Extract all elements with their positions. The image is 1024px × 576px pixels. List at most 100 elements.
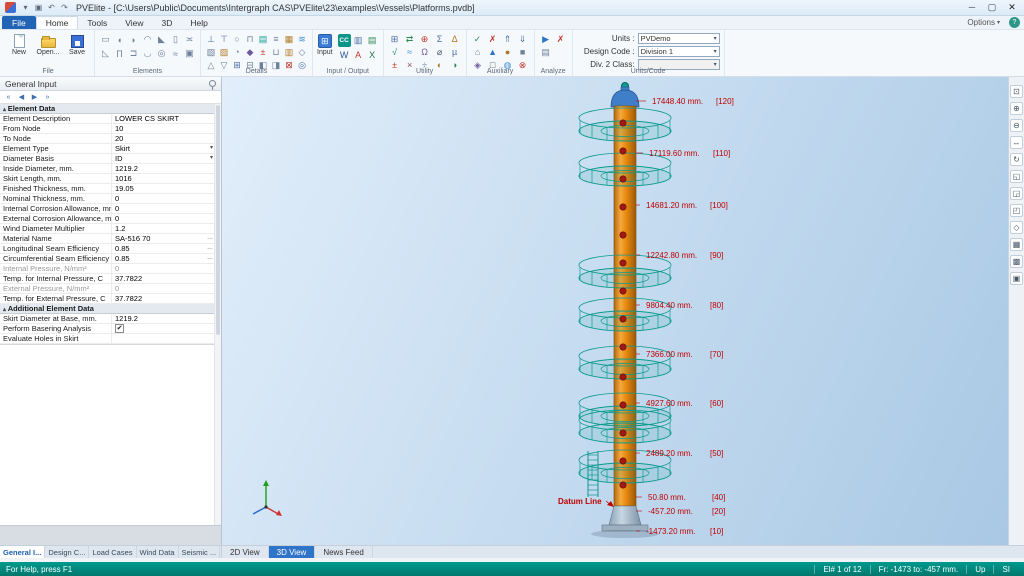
weight-icon[interactable]: ◆	[244, 46, 256, 58]
qat-redo-icon[interactable]: ↷	[58, 3, 71, 12]
stiffening-ring-icon[interactable]: ◎	[155, 47, 168, 60]
property-value[interactable]: 0	[112, 194, 221, 203]
property-value[interactable]: 1.2	[112, 224, 221, 233]
tab-3d-view[interactable]: 3D View	[268, 546, 316, 558]
center-of-gravity-icon[interactable]: ⊕	[418, 33, 432, 45]
tray-icon[interactable]: ▥	[283, 46, 295, 58]
nav-prev-icon[interactable]: ◀	[16, 93, 27, 101]
hydrotest-icon[interactable]: √	[388, 46, 402, 58]
zoom-extents-icon[interactable]: ⊡	[1010, 85, 1023, 98]
pipe-schedule-icon[interactable]: ⌀	[433, 46, 447, 58]
qat-customize-icon[interactable]: ▾	[19, 3, 32, 12]
property-value[interactable]: 0	[112, 264, 221, 273]
property-value[interactable]: 0	[112, 204, 221, 213]
field-marker-icon[interactable]: …	[207, 254, 213, 263]
save-button[interactable]: Save	[64, 32, 90, 56]
body-flange-icon[interactable]: ≍	[183, 33, 196, 46]
material-database-icon[interactable]: Ω	[418, 46, 432, 58]
panel-scrollbar[interactable]	[214, 104, 221, 525]
new-button[interactable]: New	[6, 32, 32, 56]
shaded-mode-icon[interactable]: ▩	[1010, 255, 1023, 268]
analyze-icon[interactable]: ▶	[539, 33, 553, 45]
elliptical-head-icon[interactable]: ◖	[113, 33, 126, 46]
cc-icon[interactable]: CC	[337, 34, 351, 47]
excel-export-icon[interactable]: X	[366, 48, 379, 61]
ladder-icon[interactable]: ≡	[270, 33, 282, 45]
property-value[interactable]: 0	[112, 284, 221, 293]
field-marker-icon[interactable]: ▾	[210, 154, 213, 163]
pin-icon[interactable]	[209, 80, 216, 90]
file-menu-button[interactable]: File	[2, 16, 36, 29]
zoom-out-icon[interactable]: ⊖	[1010, 119, 1023, 132]
basering-design-icon[interactable]: ■	[516, 46, 530, 58]
calculator-icon[interactable]: ⊞	[388, 33, 402, 45]
weight-summary-icon[interactable]: Σ	[433, 33, 447, 45]
nozzle-design-icon[interactable]: ●	[501, 46, 515, 58]
viewport-3d[interactable]: 17448.40 mm. [120] 17119.60 mm. [110] 14…	[222, 77, 1008, 545]
saddle-support-icon[interactable]: ◡	[141, 47, 154, 60]
close-button[interactable]: ✕	[1002, 2, 1022, 13]
output-review-icon[interactable]: ▤	[366, 34, 379, 47]
reports-icon[interactable]: ▤	[539, 46, 553, 58]
field-marker-icon[interactable]: …	[207, 234, 213, 243]
tab-2d-view[interactable]: 2D View	[222, 546, 269, 558]
pan-icon[interactable]: ↔	[1010, 136, 1023, 149]
iso-view-icon[interactable]: ◇	[1010, 221, 1023, 234]
ring-icon[interactable]: ○	[231, 33, 243, 45]
property-value[interactable]: 19.05	[112, 184, 221, 193]
hemispherical-head-icon[interactable]: ◠	[141, 33, 154, 46]
skirt-support-icon[interactable]: ◺	[99, 47, 112, 60]
property-value[interactable]: 10	[112, 124, 221, 133]
tab-view[interactable]: View	[116, 16, 152, 29]
property-value[interactable]: 1016	[112, 174, 221, 183]
property-value[interactable]: ✔	[112, 324, 221, 333]
field-marker-icon[interactable]: …	[207, 244, 213, 253]
wireframe-icon[interactable]: ▦	[1010, 238, 1023, 251]
clip-icon[interactable]: ⊔	[270, 46, 282, 58]
property-value[interactable]: 0	[112, 214, 221, 223]
pdf-export-icon[interactable]: A	[352, 48, 365, 61]
property-value[interactable]	[112, 334, 221, 343]
torispherical-head-icon[interactable]: ◗	[127, 33, 140, 46]
bolt-table-icon[interactable]: µ	[448, 46, 462, 58]
tab-news-feed[interactable]: News Feed	[315, 546, 373, 558]
lining-icon[interactable]: ▧	[205, 46, 217, 58]
tab-tools[interactable]: Tools	[78, 16, 116, 29]
home-icon[interactable]: ⌂	[471, 46, 485, 58]
top-view-icon[interactable]: ◰	[1010, 204, 1023, 217]
flat-head-icon[interactable]: ▯	[169, 33, 182, 46]
property-value[interactable]: LOWER CS SKIRT	[112, 114, 221, 123]
nozzle-icon[interactable]: ⊥	[205, 33, 217, 45]
property-value[interactable]: 37.7822	[112, 294, 221, 303]
insulation-icon[interactable]: ▨	[218, 46, 230, 58]
tab-design-constraints[interactable]: Design C...	[45, 546, 90, 558]
packing-icon[interactable]: ▦	[283, 33, 295, 45]
property-value[interactable]: 37.7822	[112, 274, 221, 283]
nav-first-icon[interactable]: «	[3, 94, 14, 101]
baffle-icon[interactable]: ◇	[296, 46, 308, 58]
property-value[interactable]: 1219.2	[112, 314, 221, 323]
side-view-icon[interactable]: ◲	[1010, 187, 1023, 200]
units-select[interactable]: PVDemo ▾	[637, 32, 720, 44]
conical-section-icon[interactable]: ◣	[155, 33, 168, 46]
design-code-select[interactable]: Division 1 ▾	[637, 45, 720, 57]
scrollbar-thumb[interactable]	[216, 105, 220, 335]
zoom-in-icon[interactable]: ⊕	[1010, 102, 1023, 115]
liquid-icon[interactable]: ≋	[296, 33, 308, 45]
qat-undo-icon[interactable]: ↶	[45, 3, 58, 12]
bellows-icon[interactable]: ≈	[169, 47, 182, 60]
property-value[interactable]: 0.85 …	[112, 254, 221, 263]
error-check-icon[interactable]: ✗	[486, 33, 500, 45]
open-button[interactable]: Open...	[35, 32, 61, 56]
input-button[interactable]: ⊞ Input	[317, 33, 333, 56]
import-icon[interactable]: ⇑	[501, 33, 515, 45]
jacket-icon[interactable]: ▣	[183, 47, 196, 60]
input-echo-icon[interactable]: ▥	[352, 34, 365, 47]
lug-icon[interactable]: ⊓	[244, 33, 256, 45]
rotate-icon[interactable]: ↻	[1010, 153, 1023, 166]
design-constraints-icon[interactable]: ✓	[471, 33, 485, 45]
flange-detail-icon[interactable]: ⊤	[218, 33, 230, 45]
half-pipe-icon[interactable]: ◔	[231, 46, 243, 58]
tab-load-cases[interactable]: Load Cases	[89, 546, 137, 558]
word-export-icon[interactable]: W	[338, 48, 351, 61]
